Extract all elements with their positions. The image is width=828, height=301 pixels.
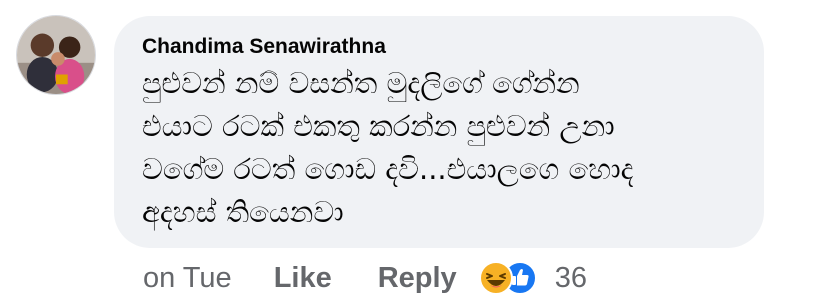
like-button[interactable]: Like <box>274 262 332 295</box>
reaction-summary[interactable]: 36 <box>478 260 587 296</box>
comment-actions: on Tue Like Reply 36 <box>143 258 587 298</box>
reply-button[interactable]: Reply <box>378 262 457 295</box>
reaction-count: 36 <box>554 261 587 294</box>
comment-bubble: Chandima Senawirathna පුළුවන් නම් වසන්ත … <box>114 16 764 248</box>
haha-icon <box>478 261 513 295</box>
comment-author[interactable]: Chandima Senawirathna <box>142 34 744 60</box>
reaction-icons <box>478 260 543 296</box>
comment-text: පුළුවන් නම් වසන්ත මුදලිගේ ගේන්න එයාට රටක… <box>142 66 634 229</box>
avatar[interactable] <box>16 15 96 95</box>
comment-timestamp[interactable]: on Tue <box>143 262 232 295</box>
avatar-photo <box>17 16 95 94</box>
